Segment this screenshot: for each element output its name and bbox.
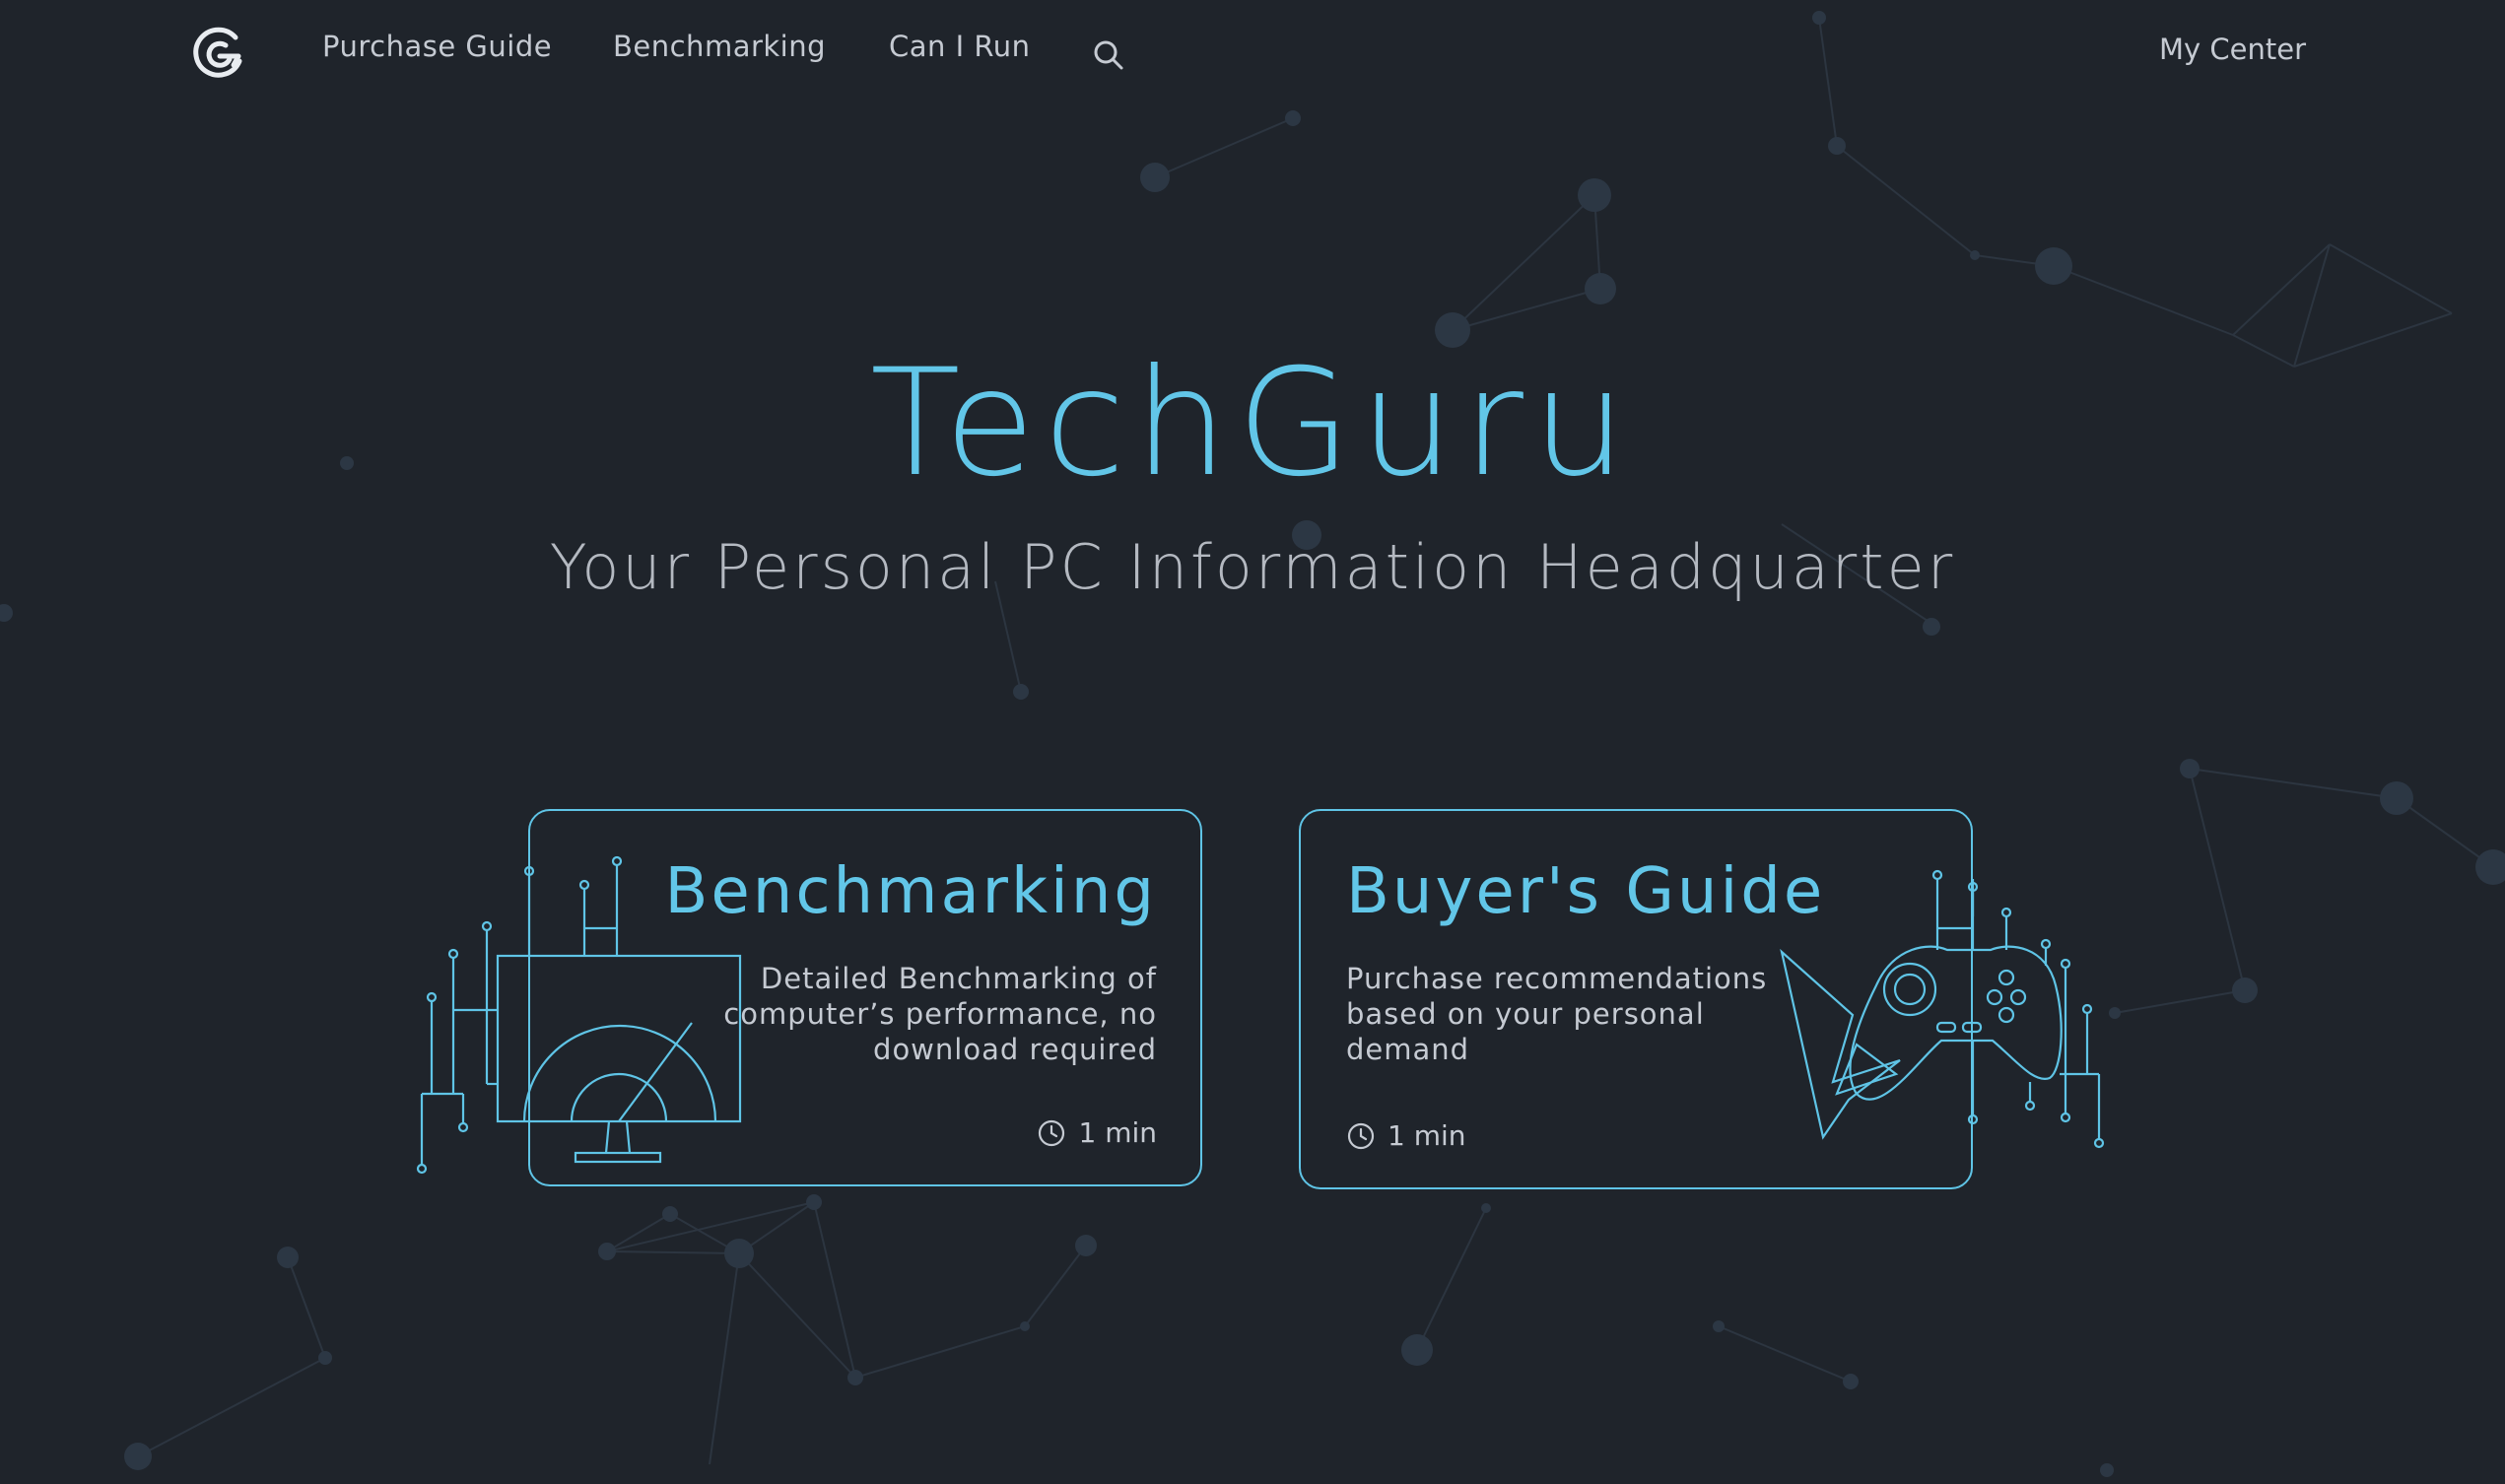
nav-benchmarking[interactable]: Benchmarking [613, 30, 826, 63]
clock-icon [1347, 1122, 1375, 1149]
card-duration: 1 min [1037, 1116, 1157, 1149]
nav-purchase-guide[interactable]: Purchase Guide [322, 30, 552, 63]
hero-subtitle: Your Personal PC Information Headquarter [549, 531, 1956, 603]
gamepad-icon [1780, 869, 2105, 1149]
my-center-link[interactable]: My Center [2159, 33, 2306, 66]
background-network [0, 11, 2505, 1477]
card-duration-text: 1 min [1388, 1119, 1466, 1152]
card-duration-text: 1 min [1078, 1116, 1157, 1149]
card-description: Detailed Benchmarking of computer’s perf… [723, 962, 1157, 1066]
search-icon[interactable] [1091, 37, 1126, 73]
card-title: Buyer's Guide [1346, 855, 1826, 928]
nav-can-i-run[interactable]: Can I Run [889, 30, 1031, 63]
clock-icon [1039, 1119, 1065, 1146]
logo-icon[interactable] [190, 24, 249, 83]
card-duration: 1 min [1346, 1119, 1466, 1152]
top-nav: Purchase Guide Benchmarking Can I Run My… [0, 0, 2505, 108]
monitor-gauge-icon [416, 855, 742, 1175]
card-description: Purchase recommendations based on your p… [1346, 962, 1768, 1066]
hero-title: TechGuru [869, 338, 1635, 509]
